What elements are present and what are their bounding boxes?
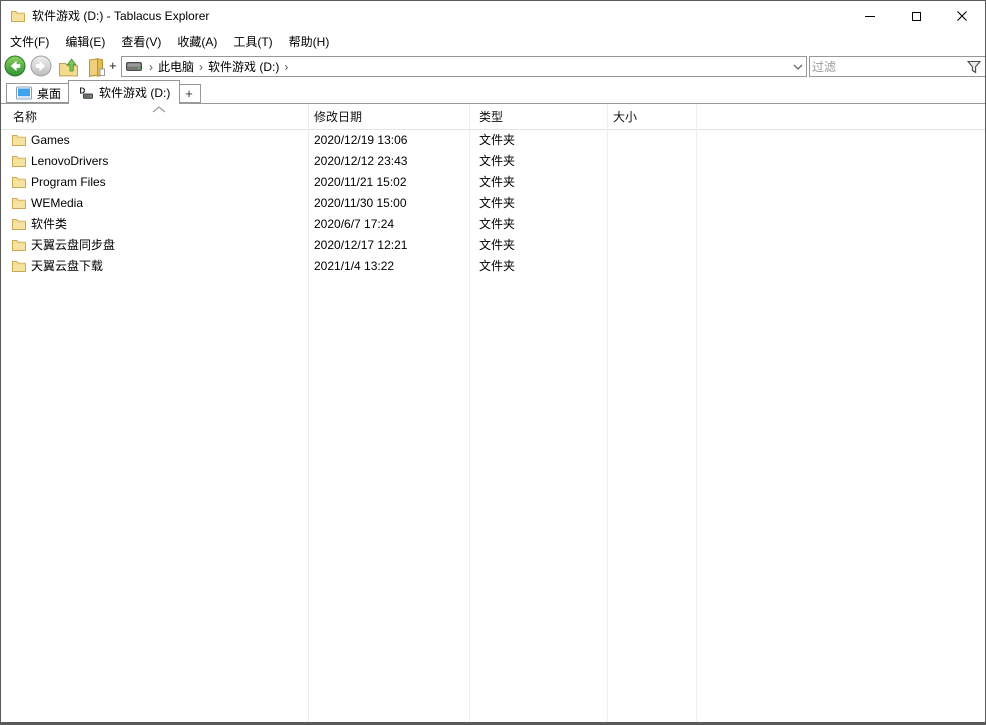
file-name: 软件类 (31, 214, 67, 235)
new-tab-button[interactable]: + (177, 84, 201, 103)
table-row[interactable]: LenovoDrivers 2020/12/12 23:43 文件夹 (1, 151, 985, 172)
menu-edit[interactable]: 编辑(E) (57, 31, 113, 53)
file-modified: 2020/12/17 12:21 (314, 235, 407, 256)
breadcrumb-separator: › (279, 60, 293, 74)
file-modified: 2020/12/12 23:43 (314, 151, 407, 172)
desktop-icon (16, 86, 32, 100)
folder-tool-button[interactable] (85, 56, 107, 78)
forward-button[interactable] (30, 55, 52, 77)
funnel-icon (967, 60, 981, 74)
menu-help[interactable]: 帮助(H) (281, 31, 338, 53)
menu-tools[interactable]: 工具(T) (225, 31, 280, 53)
tab-label: 桌面 (37, 85, 61, 102)
tab-label: 软件游戏 (D:) (99, 84, 170, 101)
maximize-button[interactable] (893, 1, 939, 31)
file-name: Program Files (31, 172, 106, 193)
file-name: LenovoDrivers (31, 151, 108, 172)
column-modified[interactable]: 修改日期 (314, 104, 362, 130)
menu-view[interactable]: 查看(V) (113, 31, 169, 53)
file-modified: 2020/11/21 15:02 (314, 172, 407, 193)
breadcrumb-this-pc[interactable]: 此电脑 (158, 58, 194, 75)
file-type: 文件夹 (479, 235, 515, 256)
file-type: 文件夹 (479, 151, 515, 172)
folder-icon (11, 216, 27, 232)
file-type: 文件夹 (479, 130, 515, 151)
file-modified: 2020/11/30 15:00 (314, 193, 407, 214)
column-size[interactable]: 大小 (613, 104, 637, 130)
drive-icon (126, 61, 142, 72)
table-row[interactable]: 天翼云盘下载 2021/1/4 13:22 文件夹 (1, 256, 985, 277)
file-modified: 2020/6/7 17:24 (314, 214, 394, 235)
filter-input[interactable] (812, 58, 967, 75)
filter-box (809, 56, 986, 77)
table-row[interactable]: WEMedia 2020/11/30 15:00 文件夹 (1, 193, 985, 214)
window-controls (847, 1, 985, 31)
toolbar: + › 此电脑 › 软件游戏 (D:) › (1, 53, 985, 79)
column-name[interactable]: 名称 (13, 104, 37, 130)
folder-icon (11, 132, 27, 148)
folder-icon (11, 258, 27, 274)
file-type: 文件夹 (479, 256, 515, 277)
chevron-down-icon[interactable] (793, 64, 803, 70)
column-type[interactable]: 类型 (479, 104, 503, 130)
menu-favorites[interactable]: 收藏(A) (169, 31, 225, 53)
tab-desktop[interactable]: 桌面 (6, 83, 71, 103)
file-modified: 2021/1/4 13:22 (314, 256, 394, 277)
tab-bar: 桌面 D 软件游戏 (D:) + (1, 79, 985, 104)
column-header: 名称 修改日期 类型 大小 (1, 104, 985, 130)
maximize-icon (912, 12, 921, 21)
tablacus-explorer-window: 软件游戏 (D:) - Tablacus Explorer 文件(F) 编辑(E… (0, 0, 986, 725)
breadcrumb-drive-d[interactable]: 软件游戏 (D:) (208, 58, 279, 75)
app-folder-icon (10, 8, 26, 24)
file-name: 天翼云盘同步盘 (31, 235, 115, 256)
menu-bar: 文件(F) 编辑(E) 查看(V) 收藏(A) 工具(T) 帮助(H) (1, 31, 985, 53)
table-row[interactable]: Program Files 2020/11/21 15:02 文件夹 (1, 172, 985, 193)
drive-d-icon: D (78, 86, 94, 100)
file-type: 文件夹 (479, 172, 515, 193)
folder-icon (11, 237, 27, 253)
breadcrumb-separator: › (144, 60, 158, 74)
address-bar[interactable]: › 此电脑 › 软件游戏 (D:) › (121, 56, 807, 77)
table-row[interactable]: Games 2020/12/19 13:06 文件夹 (1, 130, 985, 151)
table-row[interactable]: 软件类 2020/6/7 17:24 文件夹 (1, 214, 985, 235)
tab-drive-d[interactable]: D 软件游戏 (D:) (68, 80, 180, 104)
up-button[interactable] (58, 56, 80, 78)
sort-ascending-icon (152, 106, 166, 113)
folder-icon (11, 153, 27, 169)
window-title: 软件游戏 (D:) - Tablacus Explorer (32, 1, 209, 31)
file-name: Games (31, 130, 70, 151)
file-list: Games 2020/12/19 13:06 文件夹 LenovoDrivers… (1, 130, 985, 722)
breadcrumb-separator: › (194, 60, 208, 74)
toolbar-plus-button[interactable]: + (109, 53, 117, 79)
title-bar: 软件游戏 (D:) - Tablacus Explorer (1, 1, 985, 31)
back-button[interactable] (4, 55, 26, 77)
menu-file[interactable]: 文件(F) (2, 31, 57, 53)
file-type: 文件夹 (479, 193, 515, 214)
table-row[interactable]: 天翼云盘同步盘 2020/12/17 12:21 文件夹 (1, 235, 985, 256)
folder-icon (11, 174, 27, 190)
close-icon (957, 11, 967, 21)
folder-icon (11, 195, 27, 211)
file-type: 文件夹 (479, 214, 515, 235)
file-name: 天翼云盘下载 (31, 256, 103, 277)
file-modified: 2020/12/19 13:06 (314, 130, 407, 151)
minimize-button[interactable] (847, 1, 893, 31)
minimize-icon (865, 16, 875, 17)
file-name: WEMedia (31, 193, 83, 214)
close-button[interactable] (939, 1, 985, 31)
